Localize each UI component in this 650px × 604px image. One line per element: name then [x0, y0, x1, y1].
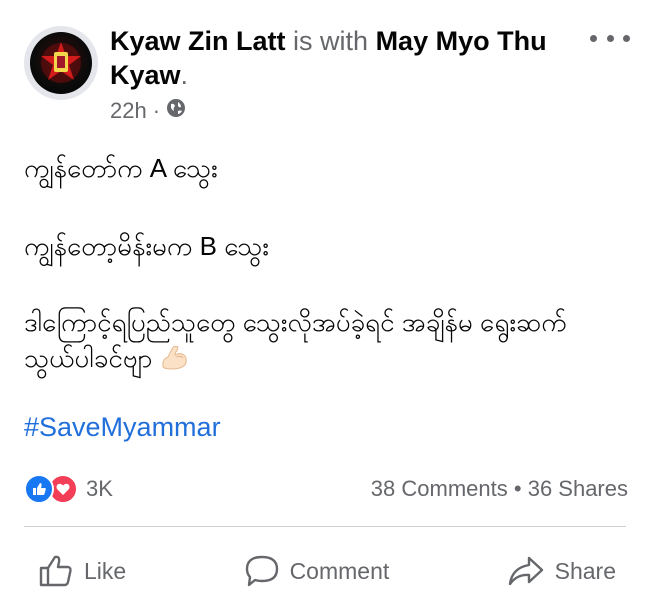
comments-shares: 38 Comments • 36 Shares: [371, 476, 628, 502]
post-stats: 3K 38 Comments • 36 Shares: [24, 472, 628, 506]
comment-button[interactable]: Comment: [230, 554, 404, 588]
like-label: Like: [84, 557, 127, 584]
share-label: Share: [554, 557, 616, 584]
post-title: Kyaw Zin Latt is with May Myo Thu Kyaw.: [110, 24, 580, 92]
post-line-3-text: ဒါကြောင့်ရပြည်သူတွေ သွေးလိုအပ်ခဲ့ရင် အချ…: [24, 307, 567, 373]
like-reaction-icon: [24, 474, 54, 504]
post-time[interactable]: 22h: [110, 98, 147, 124]
action-bar: Like Comment Share: [24, 546, 630, 596]
share-icon: [507, 554, 545, 588]
post-line-2: ကျွန်တော့မိန်းမက B သွေး: [24, 231, 269, 261]
hashtag-link[interactable]: #SaveMyammar: [24, 412, 221, 443]
avatar[interactable]: [24, 26, 98, 100]
reaction-count: 3K: [86, 476, 113, 501]
divider: [24, 526, 626, 527]
globe-icon: [166, 98, 186, 124]
post-line-1: ကျွန်တော်က A သွေး: [24, 153, 218, 183]
shares-count[interactable]: 36 Shares: [528, 476, 628, 501]
comment-icon: [244, 554, 280, 588]
flexed-biceps-emoji: [160, 343, 190, 380]
facebook-post: Kyaw Zin Latt is with May Myo Thu Kyaw. …: [0, 0, 650, 604]
stats-separator: •: [513, 476, 522, 501]
post-line-3: ဒါကြောင့်ရပြည်သူတွေ သွေးလိုအပ်ခဲ့ရင် အချ…: [24, 304, 584, 380]
comments-count[interactable]: 38 Comments: [371, 476, 508, 501]
thumbs-up-icon: [38, 554, 74, 588]
reactions-summary[interactable]: 3K: [24, 474, 113, 504]
comment-label: Comment: [289, 557, 390, 584]
avatar-image: [30, 32, 92, 94]
with-text: is with: [293, 26, 369, 56]
post-header: Kyaw Zin Latt is with May Myo Thu Kyaw. …: [24, 22, 630, 132]
like-button[interactable]: Like: [24, 554, 140, 588]
post-meta: 22h ·: [110, 98, 186, 124]
author-name[interactable]: Kyaw Zin Latt: [110, 26, 286, 56]
share-button[interactable]: Share: [493, 554, 630, 588]
meta-dot: ·: [152, 98, 161, 123]
title-period: .: [180, 60, 189, 90]
more-options-icon[interactable]: [590, 28, 630, 48]
